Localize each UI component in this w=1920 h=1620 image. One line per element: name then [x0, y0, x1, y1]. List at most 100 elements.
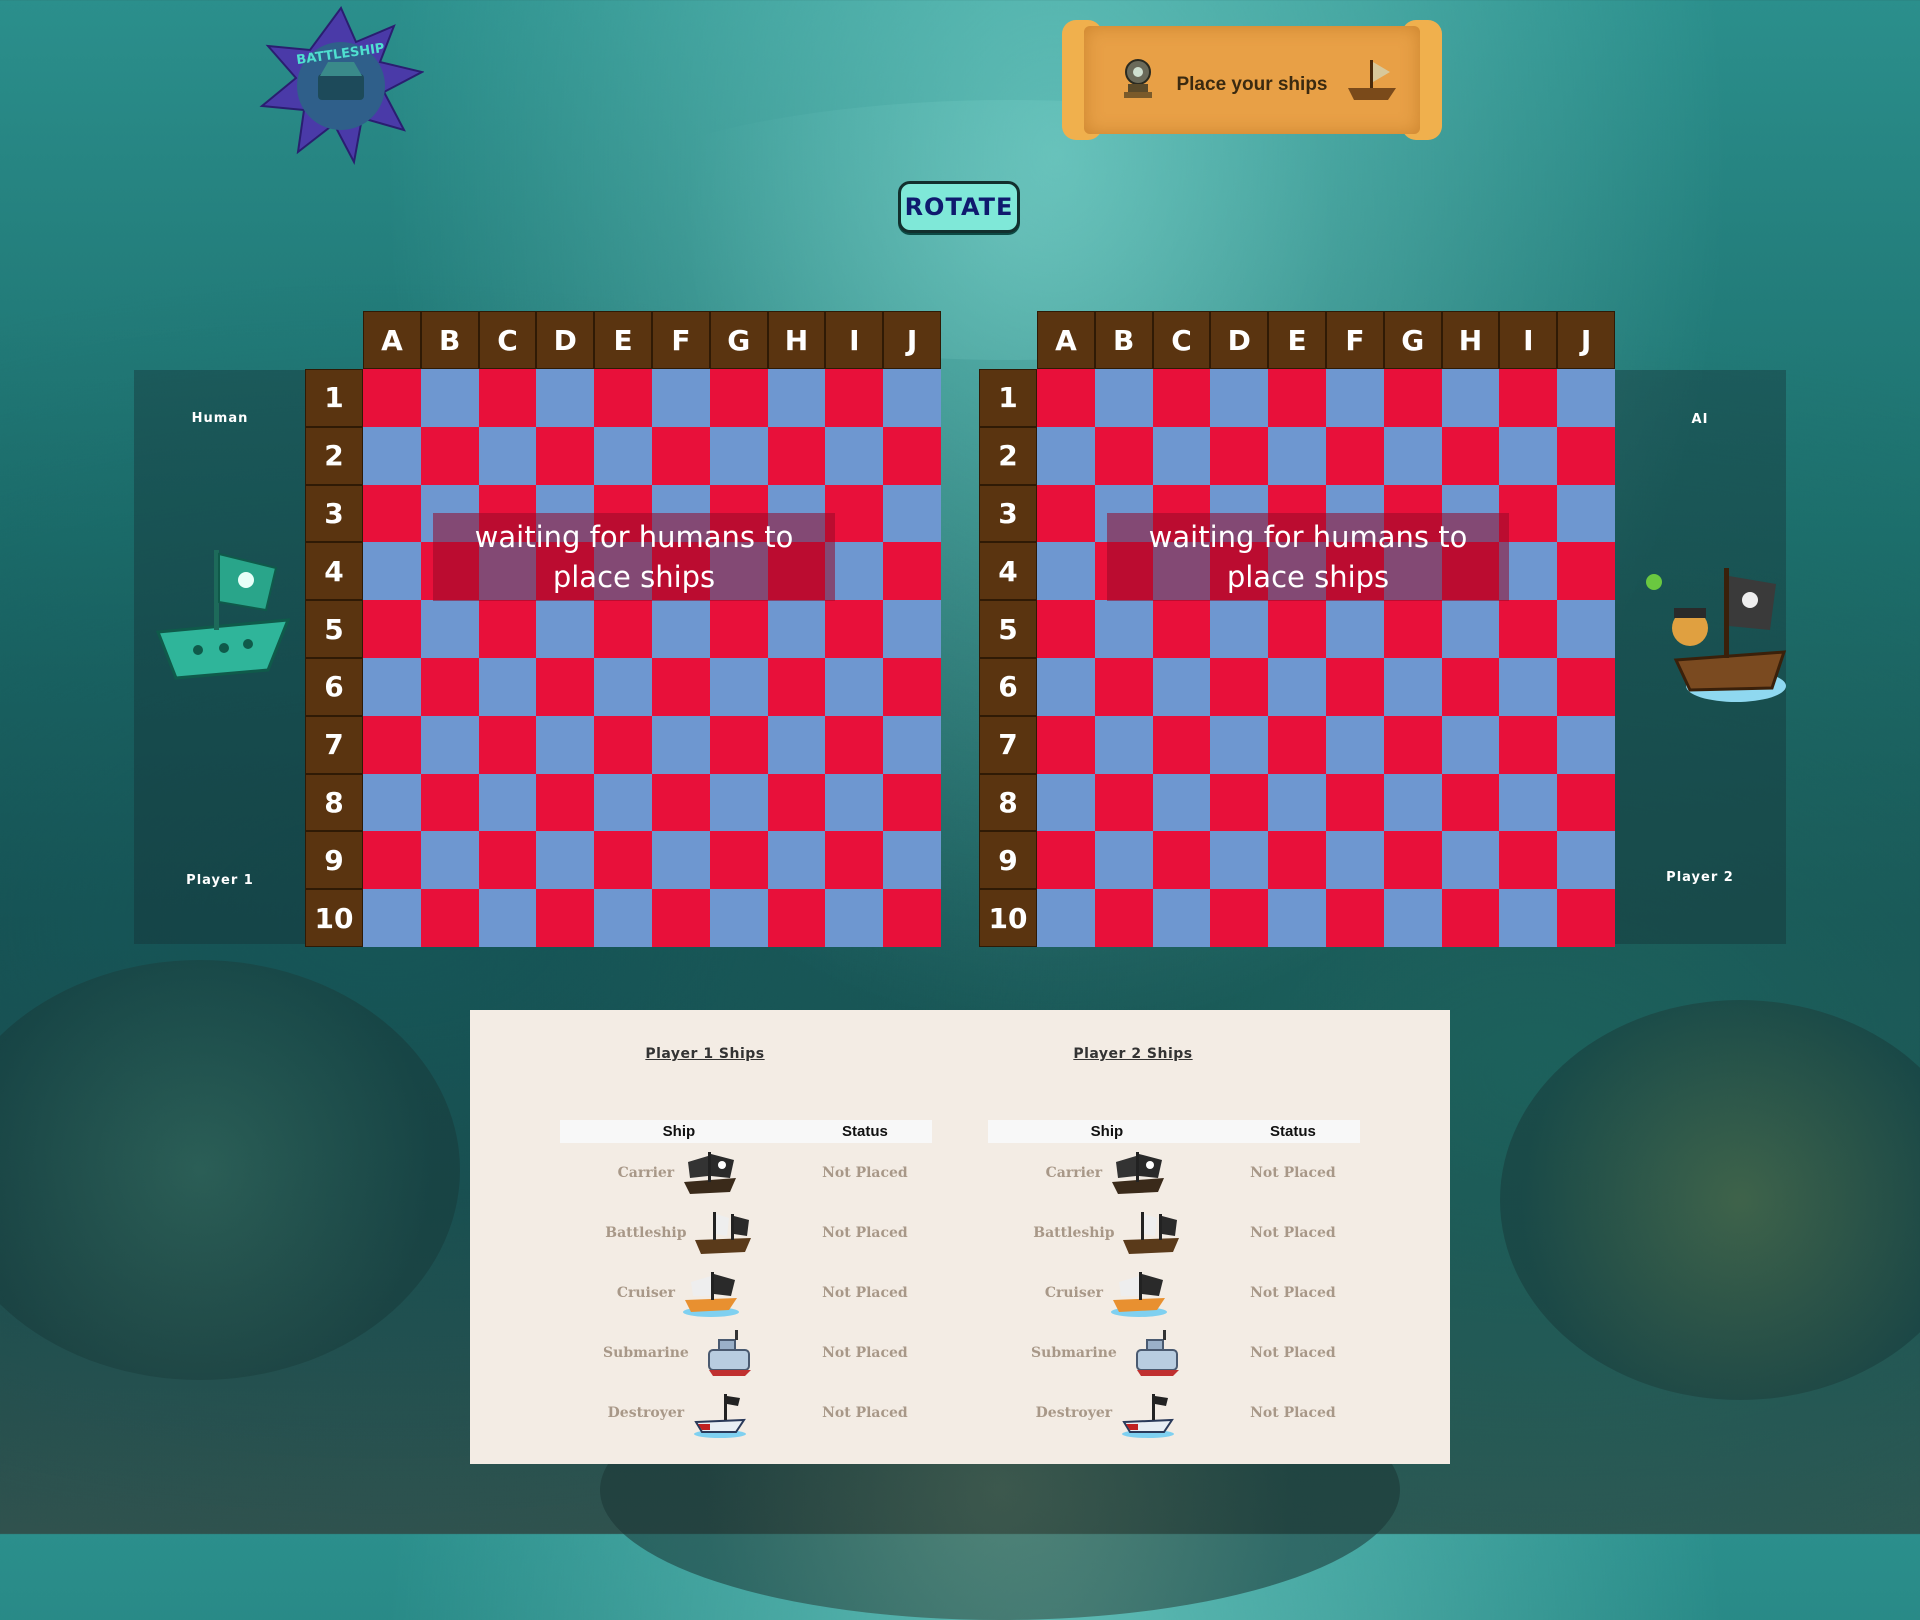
board-cell[interactable]: [1326, 658, 1384, 716]
board-cell[interactable]: [536, 369, 595, 427]
board-cell[interactable]: [1326, 889, 1384, 947]
board-cell[interactable]: [883, 715, 941, 774]
board-cell[interactable]: [1499, 600, 1558, 658]
board-cell[interactable]: [1094, 889, 1153, 947]
board-cell[interactable]: [1210, 426, 1269, 485]
board-cell[interactable]: [1557, 831, 1615, 890]
board-cell[interactable]: [1210, 889, 1269, 947]
board-cell[interactable]: [825, 773, 884, 832]
board-cell[interactable]: [1037, 658, 1095, 716]
board-cell[interactable]: [1383, 889, 1442, 947]
board-cell[interactable]: [478, 831, 537, 890]
board-cell[interactable]: [767, 715, 826, 774]
board-cell[interactable]: [594, 658, 652, 716]
board-cell[interactable]: [1268, 889, 1326, 947]
board-cell[interactable]: [709, 715, 768, 774]
player1-board[interactable]: A B C D E F G H I J 1 2 3 4 5 6 7 8 9 10 waiting for humans …: [305, 311, 941, 947]
board-cell[interactable]: [1441, 773, 1500, 832]
board-cell[interactable]: [883, 658, 941, 716]
board-cell[interactable]: [1268, 600, 1326, 658]
board-cell[interactable]: [1037, 542, 1095, 601]
board-cell[interactable]: [1499, 715, 1558, 774]
rotate-button[interactable]: ROTATE: [898, 181, 1020, 233]
board-cell[interactable]: [363, 773, 421, 832]
board-cell[interactable]: [1094, 831, 1153, 890]
board-cell[interactable]: [1441, 715, 1500, 774]
board-cell[interactable]: [1326, 369, 1384, 427]
board-cell[interactable]: [1094, 426, 1153, 485]
board-cell[interactable]: [478, 369, 537, 427]
board-cell[interactable]: [709, 426, 768, 485]
board-cell[interactable]: [1326, 773, 1384, 832]
board-cell[interactable]: [1383, 658, 1442, 716]
board-cell[interactable]: [1094, 715, 1153, 774]
board-cell[interactable]: [1383, 369, 1442, 427]
board-cell[interactable]: [1268, 715, 1326, 774]
board-cell[interactable]: [1326, 426, 1384, 485]
board-cell[interactable]: [536, 715, 595, 774]
board-cell[interactable]: [883, 484, 941, 543]
board-cell[interactable]: [1557, 542, 1615, 601]
board-cell[interactable]: [1210, 600, 1269, 658]
board-cell[interactable]: [883, 542, 941, 601]
board-cell[interactable]: [709, 369, 768, 427]
board-cell[interactable]: [652, 600, 710, 658]
board-cell[interactable]: [767, 831, 826, 890]
board-cell[interactable]: [1383, 715, 1442, 774]
board-cell[interactable]: [1326, 600, 1384, 658]
board-cell[interactable]: [1094, 773, 1153, 832]
board-cell[interactable]: [478, 889, 537, 947]
board-cell[interactable]: [1094, 369, 1153, 427]
board-cell[interactable]: [1268, 773, 1326, 832]
board-cell[interactable]: [1037, 889, 1095, 947]
board-cell[interactable]: [825, 715, 884, 774]
board-cell[interactable]: [709, 831, 768, 890]
board-cell[interactable]: [767, 426, 826, 485]
board-cell[interactable]: [1037, 369, 1095, 427]
board-cell[interactable]: [767, 369, 826, 427]
board-cell[interactable]: [1210, 831, 1269, 890]
board-cell[interactable]: [420, 369, 479, 427]
board-cell[interactable]: [767, 773, 826, 832]
board-cell[interactable]: [1268, 369, 1326, 427]
board-cell[interactable]: [594, 831, 652, 890]
board-cell[interactable]: [709, 773, 768, 832]
board-cell[interactable]: [363, 658, 421, 716]
board-cell[interactable]: [883, 426, 941, 485]
board-cell[interactable]: [1152, 600, 1211, 658]
board-cell[interactable]: [1499, 426, 1558, 485]
board-cell[interactable]: [883, 369, 941, 427]
board-cell[interactable]: [420, 889, 479, 947]
board-cell[interactable]: [536, 600, 595, 658]
board-cell[interactable]: [883, 831, 941, 890]
board-cell[interactable]: [652, 715, 710, 774]
board-cell[interactable]: [594, 600, 652, 658]
board-cell[interactable]: [767, 600, 826, 658]
board-cell[interactable]: [1268, 658, 1326, 716]
board-cell[interactable]: [1268, 831, 1326, 890]
board-cell[interactable]: [420, 600, 479, 658]
board-cell[interactable]: [1557, 889, 1615, 947]
board-cell[interactable]: [478, 658, 537, 716]
board-cell[interactable]: [709, 889, 768, 947]
board-cell[interactable]: [363, 426, 421, 485]
board-cell[interactable]: [478, 600, 537, 658]
board-cell[interactable]: [767, 889, 826, 947]
board-cell[interactable]: [825, 831, 884, 890]
board-cell[interactable]: [1441, 889, 1500, 947]
board-cell[interactable]: [1383, 426, 1442, 485]
board-cell[interactable]: [1499, 369, 1558, 427]
board-cell[interactable]: [652, 889, 710, 947]
board-cell[interactable]: [1094, 658, 1153, 716]
board-cell[interactable]: [536, 658, 595, 716]
board-cell[interactable]: [825, 369, 884, 427]
board-cell[interactable]: [420, 658, 479, 716]
board-cell[interactable]: [1037, 773, 1095, 832]
board-cell[interactable]: [1152, 831, 1211, 890]
board-cell[interactable]: [594, 369, 652, 427]
board-cell[interactable]: [1499, 831, 1558, 890]
board-cell[interactable]: [594, 773, 652, 832]
board-cell[interactable]: [825, 426, 884, 485]
board-cell[interactable]: [594, 426, 652, 485]
player2-board[interactable]: A B C D E F G H I J 1 2 3 4 5 6 7 8 9 10 waiting for humans …: [979, 311, 1615, 947]
